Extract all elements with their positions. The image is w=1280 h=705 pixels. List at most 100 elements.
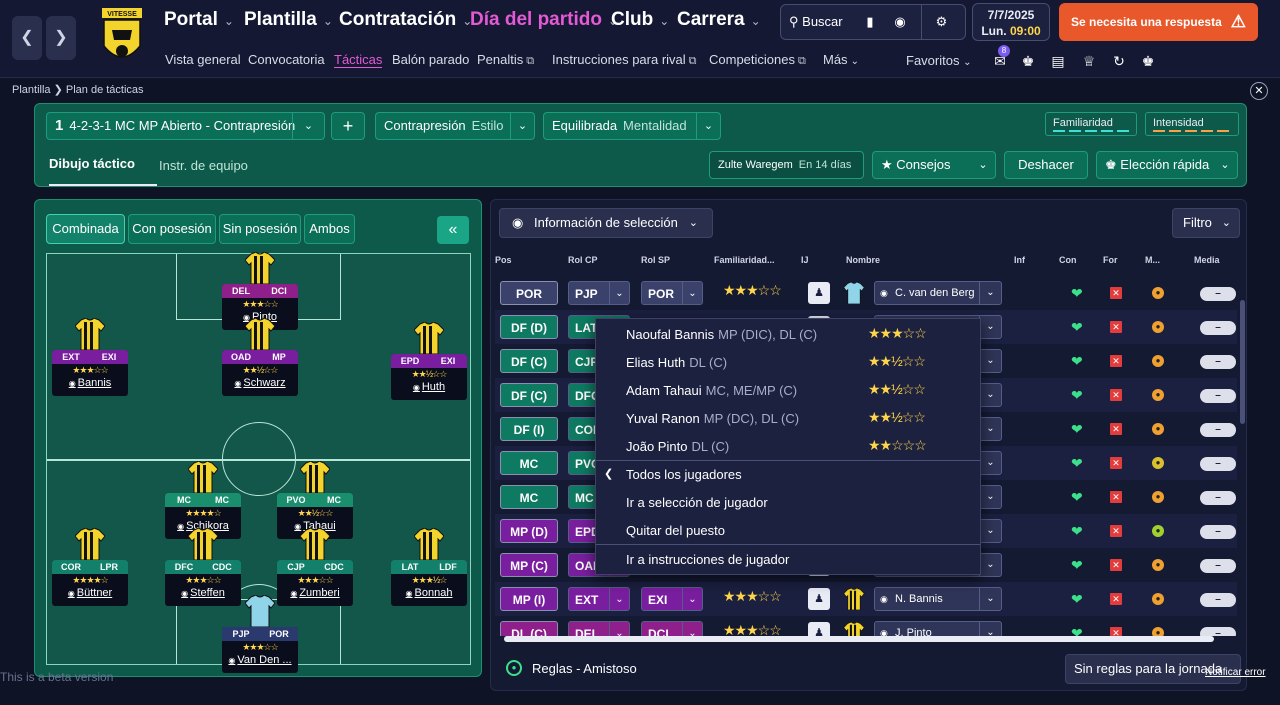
col-m[interactable]: M... [1145, 255, 1160, 265]
horizontal-scrollbar[interactable] [504, 636, 1214, 642]
nav-dia-del-partido[interactable]: Día del partido ⌄ [470, 9, 618, 31]
candidate-item[interactable]: Yuval Ranon MP (DC), DL (C) [626, 411, 799, 426]
subnav-instrucciones-rival[interactable]: Instrucciones para rival ⧉ [552, 52, 697, 68]
col-familiaridad[interactable]: Familiaridad... [714, 255, 775, 265]
player-kit-icon[interactable] [244, 317, 276, 351]
add-tactic-button[interactable]: + [331, 112, 365, 140]
position-cell[interactable]: DF (I) [500, 417, 558, 441]
style-selector[interactable]: Contrapresión Estilo ⌄ [375, 112, 535, 140]
forward-button[interactable]: ❯ [46, 16, 76, 60]
intensity-meter[interactable]: Intensidad [1145, 112, 1239, 136]
table-row[interactable]: POR PJP ⌄ POR ⌄ ★★★☆☆ ♟ ◉ C. van den Berg ⌄ ❤ ✕ ● – [495, 276, 1237, 310]
player-kit-icon[interactable] [299, 460, 331, 494]
position-cell[interactable]: MP (I) [500, 587, 558, 611]
col-rol-cp[interactable]: Rol CP [568, 255, 598, 265]
role-cp-select[interactable]: EXT ⌄ [568, 587, 630, 611]
vertical-scrollbar[interactable] [1240, 300, 1245, 424]
nav-portal[interactable]: Portal ⌄ [164, 9, 234, 31]
nav-contratacion[interactable]: Contratación ⌄ [339, 9, 472, 31]
col-inf[interactable]: Inf [1014, 255, 1025, 265]
globe-icon[interactable]: ◉ [887, 5, 913, 39]
player-select[interactable]: ◉ J. Pinto ⌄ [874, 621, 1002, 636]
filter-button[interactable]: Filtro ⌄ [1172, 208, 1240, 238]
rules-label[interactable]: Reglas - Amistoso [532, 661, 637, 676]
player-kit-icon[interactable] [74, 527, 106, 561]
player-name[interactable]: ◉ Büttner [52, 586, 128, 601]
opponent-info[interactable]: Zulte Waregem En 14 días [709, 151, 864, 179]
pitch-player-card[interactable]: COR LPR ★★★★☆ ◉ Büttner [52, 560, 128, 606]
tactic-selector[interactable]: 1 4-2-3-1 MC MP Abierto - Contrapresión ⌄ [46, 112, 325, 140]
role-sp-select[interactable]: DCI ⌄ [641, 621, 703, 636]
player-kit-icon[interactable] [244, 251, 276, 285]
trophy-icon[interactable]: ♚ [1138, 51, 1158, 71]
back-button[interactable]: ❮ [12, 16, 42, 60]
go-selection-item[interactable]: Ir a selección de jugador [626, 495, 768, 510]
refresh-icon[interactable]: ↻ [1109, 51, 1129, 71]
player-name[interactable]: ◉ Bonnah [391, 586, 467, 601]
tab-instr-equipo[interactable]: Instr. de equipo [159, 158, 248, 173]
subnav-vista-general[interactable]: Vista general [165, 52, 241, 67]
mentality-selector[interactable]: Equilibrada Mentalidad ⌄ [543, 112, 721, 140]
subnav-penaltis[interactable]: Penaltis ⧉ [477, 52, 534, 68]
col-nombre[interactable]: Nombre [846, 255, 880, 265]
table-row[interactable]: MP (I) EXT ⌄ EXI ⌄ ★★★☆☆ ♟ ◉ N. Bannis ⌄ ❤ ✕ ● – [495, 582, 1237, 616]
role-cp-select[interactable]: PJP ⌄ [568, 281, 630, 305]
advice-button[interactable]: ★ Consejos ⌄ [872, 151, 996, 179]
position-cell[interactable]: DF (C) [500, 383, 558, 407]
col-for[interactable]: For [1103, 255, 1118, 265]
player-select[interactable]: ◉ N. Bannis ⌄ [874, 587, 1002, 611]
player-kit-icon[interactable] [413, 321, 445, 355]
close-icon[interactable]: ✕ [1250, 82, 1268, 100]
tab-sin-posesion[interactable]: Sin posesión [219, 214, 301, 244]
date-continue-button[interactable]: 7/7/2025 Lun. 09:00 [972, 3, 1050, 41]
position-cell[interactable]: POR [500, 281, 558, 305]
role-sp-select[interactable]: EXI ⌄ [641, 587, 703, 611]
position-cell[interactable]: DF (D) [500, 315, 558, 339]
subnav-mas[interactable]: Más ⌄ [823, 52, 859, 67]
nav-club[interactable]: Club ⌄ [611, 9, 669, 31]
col-rol-sp[interactable]: Rol SP [641, 255, 670, 265]
player-kit-icon[interactable] [74, 317, 106, 351]
candidate-item[interactable]: Adam Tahaui MC, ME/MP (C) [626, 383, 797, 398]
person-icon[interactable]: ♟ [808, 622, 830, 636]
bookmark-icon[interactable]: ▮ [859, 5, 881, 39]
pitch-player-card[interactable]: EXT EXI ★★★☆☆ ◉ Bannis [52, 350, 128, 396]
collapse-panel-icon[interactable]: « [437, 216, 469, 244]
selection-info-dropdown[interactable]: ◉ Información de selección ⌄ [499, 208, 713, 238]
inbox-icon[interactable]: ✉ 8 [990, 45, 1010, 71]
candidate-item[interactable]: Naoufal Bannis MP (DIC), DL (C) [626, 327, 817, 342]
nav-carrera[interactable]: Carrera ⌄ [677, 9, 761, 31]
pitch-player-card[interactable]: CJP CDC ★★★☆☆ ◉ Zumberi [277, 560, 353, 606]
breadcrumb-parent[interactable]: Plantilla [12, 84, 51, 96]
remove-item[interactable]: Quitar del puesto [626, 523, 725, 538]
player-kit-icon[interactable] [299, 527, 331, 561]
player-kit-icon[interactable] [413, 527, 445, 561]
player-kit-icon[interactable] [187, 460, 219, 494]
go-instructions-item[interactable]: Ir a instrucciones de jugador [626, 552, 789, 567]
all-players-item[interactable]: ❮ Todos los jugadores [604, 467, 742, 482]
pitch-player-card[interactable]: LAT LDF ★★★½☆ ◉ Bonnah [391, 560, 467, 606]
position-cell[interactable]: MC [500, 485, 558, 509]
quick-pick-button[interactable]: ♚ Elección rápida ⌄ [1096, 151, 1238, 179]
settings-gear-icon[interactable]: ⚙ [921, 5, 961, 39]
tab-ambos[interactable]: Ambos [304, 214, 355, 244]
player-kit-icon[interactable] [244, 594, 276, 628]
pitch-player-card[interactable]: OAD MP ★★½☆☆ ◉ Schwarz [222, 350, 298, 396]
club-crest-icon[interactable]: VITESSE [100, 6, 144, 70]
col-ij[interactable]: IJ [801, 255, 809, 265]
position-cell[interactable]: MC [500, 451, 558, 475]
pitch-player-card[interactable]: PJP POR ★★★☆☆ ◉ Van Den ... [222, 627, 298, 673]
player-name[interactable]: ◉ Schwarz [222, 376, 298, 391]
col-pos[interactable]: Pos [495, 255, 512, 265]
familiarity-meter[interactable]: Familiaridad [1045, 112, 1137, 136]
player-name[interactable]: ◉ Zumberi [277, 586, 353, 601]
player-kit-icon[interactable] [187, 527, 219, 561]
staff-icon[interactable]: ♕ [1079, 51, 1099, 71]
pitch-player-card[interactable]: DFC CDC ★★★☆☆ ◉ Steffen [165, 560, 241, 606]
position-cell[interactable]: DF (C) [500, 349, 558, 373]
role-cp-select[interactable]: DEL ⌄ [568, 621, 630, 636]
nav-plantilla[interactable]: Plantilla ⌄ [244, 9, 333, 31]
response-needed-button[interactable]: Se necesita una respuesta ⚠ [1059, 3, 1258, 41]
role-sp-select[interactable]: POR ⌄ [641, 281, 703, 305]
player-name[interactable]: ◉ Huth [391, 380, 467, 395]
